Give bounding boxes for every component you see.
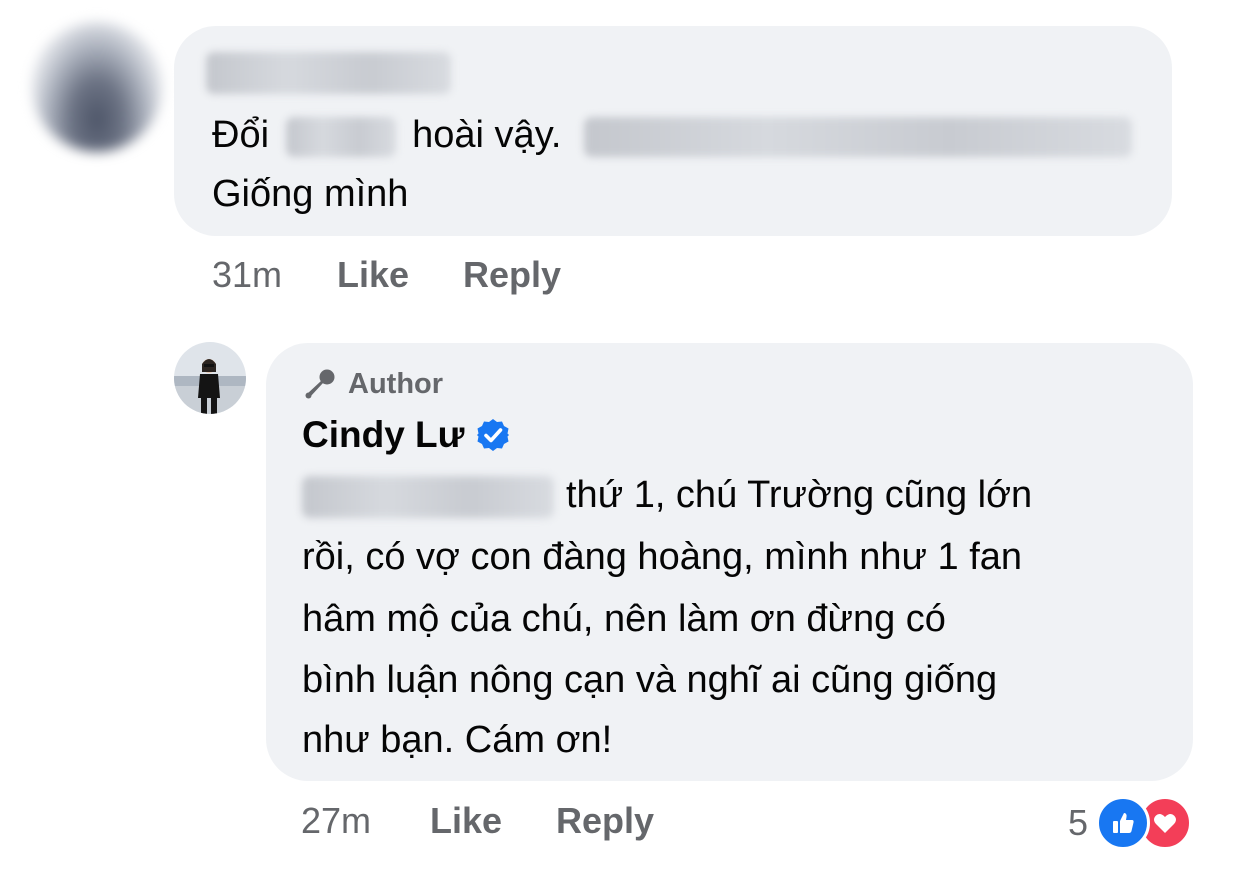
author-avatar[interactable] — [174, 342, 246, 414]
comment-timestamp[interactable]: 31m — [212, 254, 282, 296]
comment-text-line: Giống mình — [212, 173, 409, 215]
author-badge-label: Author — [348, 367, 444, 400]
reply-button[interactable]: Reply — [556, 800, 654, 842]
reply-button[interactable]: Reply — [463, 254, 561, 296]
reply-text-segment: thứ 1, chú Trường cũng lớn — [566, 474, 1033, 516]
author-name-row: Cindy Lư — [302, 414, 510, 456]
verified-badge-icon — [477, 419, 510, 451]
redacted-text — [584, 116, 1132, 157]
comment-thread: Đổi hoài vậy. Giống mình 31m Like Reply … — [0, 0, 1242, 870]
comment-text-line: Đổi hoài vậy. — [212, 106, 1132, 164]
reaction-summary[interactable]: 5 — [1068, 796, 1193, 850]
redacted-mention[interactable] — [302, 475, 554, 518]
like-icon — [1096, 796, 1151, 850]
author-name[interactable]: Cindy Lư — [302, 414, 464, 456]
redacted-text — [285, 116, 396, 157]
commenter-avatar[interactable] — [32, 22, 162, 152]
reply-text-line: như bạn. Cám ơn! — [302, 719, 613, 761]
reply-text-line: hâm mộ của chú, nên làm ơn đừng có — [302, 598, 946, 640]
comment-text-segment: Đổi — [212, 114, 270, 156]
reply-text-line: rồi, có vợ con đàng hoàng, mình như 1 fa… — [302, 536, 1023, 578]
author-badge: Author — [302, 366, 443, 402]
reply-timestamp[interactable]: 27m — [301, 800, 371, 842]
reply-text-line: thứ 1, chú Trường cũng lớn — [302, 466, 1032, 524]
comment-text-segment: hoài vậy. — [412, 114, 562, 156]
reply-text-line: bình luận nông cạn và nghĩ ai cũng giống — [302, 659, 998, 701]
commenter-name-redacted[interactable] — [206, 52, 451, 94]
like-button[interactable]: Like — [430, 800, 502, 842]
like-button[interactable]: Like — [337, 254, 409, 296]
reaction-count: 5 — [1068, 802, 1089, 843]
microphone-icon — [305, 369, 335, 399]
